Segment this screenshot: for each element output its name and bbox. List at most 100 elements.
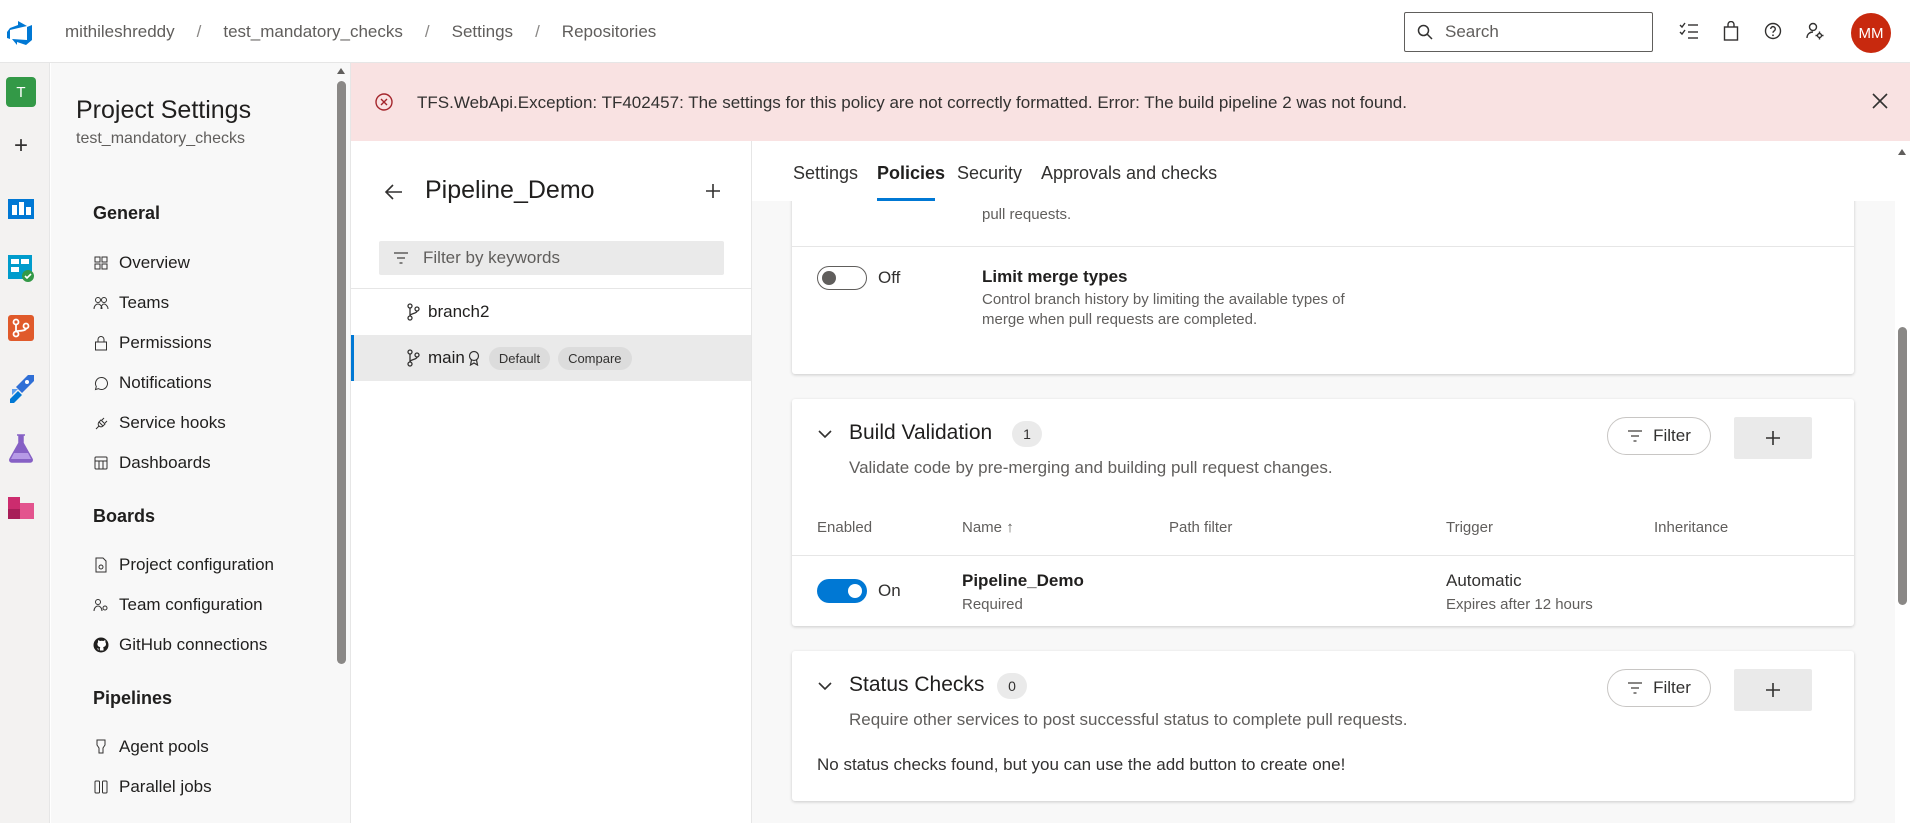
branch-policies-card: pull requests. Off Limit merge types Con… [792,201,1854,374]
branch-filter[interactable] [379,241,724,275]
nav-item-label: GitHub connections [119,635,268,654]
tab-approvals-and-checks[interactable]: Approvals and checks [1041,163,1217,184]
policy-medal-icon [468,350,479,366]
policies-content: pull requests. Off Limit merge types Con… [752,201,1910,823]
nav-item-team-configuration[interactable]: Team configuration [93,595,263,615]
nav-item-agent-pools[interactable]: Agent pools [93,737,209,757]
previous-policy-description: pull requests. [982,206,1072,223]
test-plans-icon[interactable] [6,433,36,463]
build-policy-expiry: Expires after 12 hours [1446,596,1593,613]
column-name[interactable]: Name ↑ [962,519,1014,536]
status-checks-filter-button[interactable]: Filter [1607,669,1711,707]
nav-item-label: Teams [119,293,170,312]
branch-icon [407,349,420,367]
project-settings-nav: Project Settings test_mandatory_checks G… [51,63,351,823]
build-policy-name[interactable]: Pipeline_Demo [962,571,1084,591]
branch-filter-input[interactable] [423,248,703,268]
lock-icon [93,335,109,351]
github-icon [93,637,109,653]
tab-security[interactable]: Security [957,163,1022,184]
compare-badge[interactable]: Compare [558,346,632,370]
azure-devops-logo-icon[interactable] [6,20,34,46]
search-box[interactable] [1404,12,1653,52]
breadcrumb-settings[interactable]: Settings [452,22,513,42]
breadcrumb-separator: / [424,22,430,41]
error-banner: TFS.WebApi.Exception: TF402457: The sett… [351,63,1910,141]
branch-item-selected[interactable]: main Default Compare [351,335,751,381]
column-path-filter: Path filter [1169,519,1233,536]
nav-item-permissions[interactable]: Permissions [93,333,212,353]
nav-item-dashboards[interactable]: Dashboards [93,453,211,473]
tab-settings[interactable]: Settings [793,163,858,184]
branches-panel: Pipeline_Demo branch2 main Default Compa… [351,141,752,823]
status-checks-count: 0 [997,673,1027,699]
nav-item-label: Parallel jobs [119,777,212,796]
default-badge: Default [488,346,551,370]
add-build-policy-button[interactable] [1734,417,1812,459]
branch-item[interactable]: branch2 [351,289,751,335]
column-trigger: Trigger [1446,519,1493,536]
tab-policies[interactable]: Policies [877,163,945,184]
error-circle-icon [375,93,393,111]
breadcrumb-org[interactable]: mithileshreddy [65,22,175,42]
limit-merge-types-desc-1: Control branch history by limiting the a… [982,291,1345,308]
content-scrollbar[interactable] [1895,141,1910,823]
top-bar: mithileshreddy / test_mandatory_checks /… [0,0,1910,63]
nav-item-label: Service hooks [119,413,226,432]
user-settings-icon[interactable] [1804,20,1826,42]
limit-merge-types-toggle[interactable] [817,266,867,290]
limit-merge-types-title: Limit merge types [982,267,1128,286]
nav-item-teams[interactable]: Teams [93,293,169,313]
new-project-icon[interactable]: + [6,131,36,161]
chat-bubble-icon [93,375,109,391]
user-avatar[interactable]: MM [1851,13,1891,53]
overview-icon[interactable] [6,193,36,223]
limit-merge-types-desc-2: merge when pull requests are completed. [982,311,1258,328]
nav-item-notifications[interactable]: Notifications [93,373,212,393]
branch-name: branch2 [428,302,490,321]
pipelines-icon[interactable] [6,373,36,403]
nav-section-pipelines: Pipelines [93,688,173,708]
nav-item-label: Notifications [119,373,212,392]
project-avatar[interactable]: T [6,77,36,107]
branch-name: main [428,348,465,367]
task-list-icon[interactable] [1678,20,1700,42]
nav-scrollbar[interactable] [336,67,346,819]
breadcrumb: mithileshreddy / test_mandatory_checks /… [65,22,656,42]
nav-item-label: Project configuration [119,555,274,574]
shopping-bag-icon[interactable] [1720,20,1742,42]
build-validation-filter-button[interactable]: Filter [1607,417,1711,455]
add-status-check-button[interactable] [1734,669,1812,711]
build-validation-card: Build Validation 1 Validate code by pre-… [792,399,1854,626]
build-validation-title: Build Validation [849,421,993,444]
content-scrollbar-thumb[interactable] [1898,327,1907,605]
boards-icon[interactable] [6,253,36,283]
plus-icon [1766,431,1780,445]
nav-item-label: Agent pools [119,737,209,756]
help-icon[interactable] [1762,20,1784,42]
nav-item-github-connections[interactable]: GitHub connections [93,635,267,655]
artifacts-icon[interactable] [6,493,36,523]
nav-scrollbar-thumb[interactable] [337,81,346,664]
back-arrow-icon[interactable] [384,183,404,201]
search-input[interactable] [1445,22,1645,42]
breadcrumb-project[interactable]: test_mandatory_checks [223,22,403,42]
close-icon[interactable] [1870,91,1890,111]
build-policy-state: On [878,581,901,600]
nav-item-project-configuration[interactable]: Project configuration [93,555,274,575]
repos-icon[interactable] [6,313,36,343]
repository-name: Pipeline_Demo [425,176,595,204]
nav-item-parallel-jobs[interactable]: Parallel jobs [93,777,212,797]
build-validation-desc: Validate code by pre-merging and buildin… [849,458,1333,477]
document-gear-icon [93,557,109,573]
nav-item-overview[interactable]: Overview [93,253,190,273]
chevron-down-icon[interactable] [817,678,833,694]
filter-label: Filter [1653,678,1691,697]
nav-section-general: General [93,203,161,223]
add-icon[interactable] [703,181,723,201]
breadcrumb-repositories[interactable]: Repositories [562,22,657,42]
chevron-down-icon[interactable] [817,426,833,442]
teams-icon [93,295,109,311]
build-policy-enabled-toggle[interactable] [817,579,867,603]
nav-item-service-hooks[interactable]: Service hooks [93,413,226,433]
